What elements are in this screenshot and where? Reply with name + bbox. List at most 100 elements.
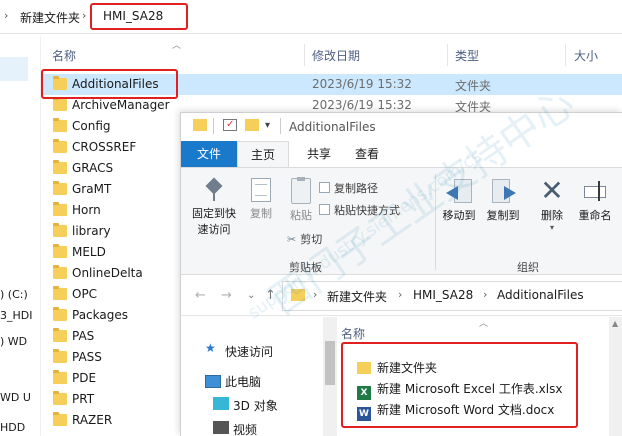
breadcrumb-chevron-icon[interactable]: › [398,288,402,301]
tab-file[interactable]: 文件 [181,141,237,167]
tab-view[interactable]: 查看 [347,141,387,167]
video-icon [213,421,229,434]
file-name: CROSSREF [72,140,137,154]
organize-group-label: 组织 [517,261,539,274]
group-separator [435,174,436,270]
ribbon-tab-bar: 文件 主页 共享 查看 [181,141,622,167]
this-pc-icon [205,375,221,388]
nav-item-this-pc[interactable]: 此电脑 [225,373,261,390]
up-arrow-icon[interactable]: ↑ [265,288,276,303]
annotation-highlight-box [90,3,188,30]
tab-home[interactable]: 主页 [237,141,289,167]
copy-label: 复制 [250,207,272,220]
breadcrumb-chevron-icon[interactable]: › [483,288,487,301]
column-header-name[interactable]: 名称 [341,325,365,342]
pin-to-quick-access-button[interactable]: 固定到快 速访问 [187,178,241,237]
column-header-type[interactable]: 类型 [455,47,479,64]
front-navigation-pane: ★ 快速访问 此电脑 3D 对象 视频 [181,317,325,436]
column-divider[interactable] [565,44,566,66]
folder-icon [53,223,67,237]
file-name: Horn [72,203,101,217]
column-header-date[interactable]: 修改日期 [312,47,360,64]
folder-icon [53,118,67,132]
delete-button[interactable]: ✕ 删除 ▾ [537,174,567,233]
file-name: PRT [72,392,95,406]
folder-icon [53,202,67,216]
breadcrumb-item-hmi-sa28[interactable]: HMI_SA28 [413,288,473,302]
properties-icon[interactable]: ✓ [223,119,237,131]
column-header-size[interactable]: 大小 [574,47,598,64]
copy-to-label: 复制到 [486,209,520,222]
sort-caret-icon: ︿ [172,41,182,51]
tab-share[interactable]: 共享 [299,141,339,167]
title-divider [280,118,281,134]
folder-icon [193,119,207,131]
nav-item-drive-wd[interactable]: ) WD [0,335,27,348]
title-divider [213,118,214,134]
nav-item-drive-wd-u[interactable]: WD U [0,391,31,404]
new-folder-icon[interactable] [245,119,259,131]
move-to-button[interactable]: 移动到 [439,178,479,223]
copy-button[interactable]: 复制 [243,178,279,221]
folder-icon [53,370,67,384]
delete-x-icon: ✕ [540,174,564,207]
nav-item-drive-hdd[interactable]: HDD [0,421,25,434]
file-date: 2023/6/19 15:32 [312,98,412,112]
paste-icon [291,177,311,204]
delete-dropdown-icon[interactable]: ▾ [537,223,567,232]
nav-item-videos[interactable]: 视频 [233,421,257,436]
breadcrumb-item-new-folder[interactable]: 新建文件夹 [327,288,387,305]
folder-icon [53,97,67,111]
move-to-icon [446,178,472,204]
nav-item-drive-c[interactable]: ) (C:) [0,288,28,301]
address-bar[interactable]: › 新建文件夹 › HMI_SA28 [0,0,622,34]
breadcrumb-item-new-folder[interactable]: 新建文件夹 [20,9,80,26]
back-arrow-icon[interactable]: ← [195,288,206,303]
file-name: OnlineDelta [72,266,143,280]
file-type: 文件夹 [455,79,492,93]
customize-dropdown-icon[interactable]: ▾ [265,120,270,131]
annotation-highlight-box [341,342,578,428]
pin-icon [204,178,224,202]
delete-label: 删除 [541,209,563,222]
clipboard-group-label: 剪贴板 [289,261,322,274]
nav-selected-item[interactable] [0,57,28,81]
rename-button[interactable]: 重命名 [575,178,615,223]
folder-icon [53,328,67,342]
front-address-row: ← → ⌄ ↑ › 新建文件夹 › HMI_SA28 › AdditionalF… [181,276,622,316]
file-name: library [72,224,111,238]
paste-shortcut-button[interactable]: 粘贴快捷方式 [319,202,400,218]
cut-button[interactable]: ✂ 剪切 [287,231,322,247]
column-divider[interactable] [447,44,448,66]
folder-icon [53,307,67,321]
title-bar[interactable]: ✓ ▾ AdditionalFiles [181,113,622,141]
column-divider[interactable] [304,44,305,66]
breadcrumb-chevron-icon[interactable]: › [82,9,86,22]
copy-path-button[interactable]: 复制路径 [319,180,378,196]
breadcrumb-chevron-icon[interactable]: › [4,9,8,22]
annotation-highlight-box [41,69,178,99]
folder-icon [53,349,67,363]
window-title: AdditionalFiles [289,120,376,134]
nav-item-drive-hdi[interactable]: 3_HDI [0,309,32,322]
breadcrumb-chevron-icon[interactable]: › [313,288,317,301]
scissors-icon: ✂ [287,233,297,246]
recent-locations-dropdown-icon[interactable]: ⌄ [247,290,255,301]
file-name: Config [72,119,111,133]
scroll-up-icon[interactable]: ▲ [612,319,618,328]
folder-icon [53,139,67,153]
nav-item-quick-access[interactable]: 快速访问 [225,343,273,360]
forward-arrow-icon[interactable]: → [221,288,232,303]
cube-3d-icon [213,397,229,410]
cut-label: 剪切 [300,233,323,246]
column-header-name[interactable]: 名称 [52,47,76,64]
nav-scrollbar-thumb[interactable] [325,341,335,385]
nav-scrollbar[interactable] [323,317,337,436]
copy-to-button[interactable]: 复制到 [483,178,523,223]
folder-icon [291,289,305,301]
paste-label: 粘贴 [290,209,312,222]
paste-button[interactable]: 粘贴 [283,177,319,223]
nav-item-3d-objects[interactable]: 3D 对象 [233,397,278,414]
content-scrollbar[interactable] [609,317,622,436]
breadcrumb-item-additional-files[interactable]: AdditionalFiles [497,288,584,302]
